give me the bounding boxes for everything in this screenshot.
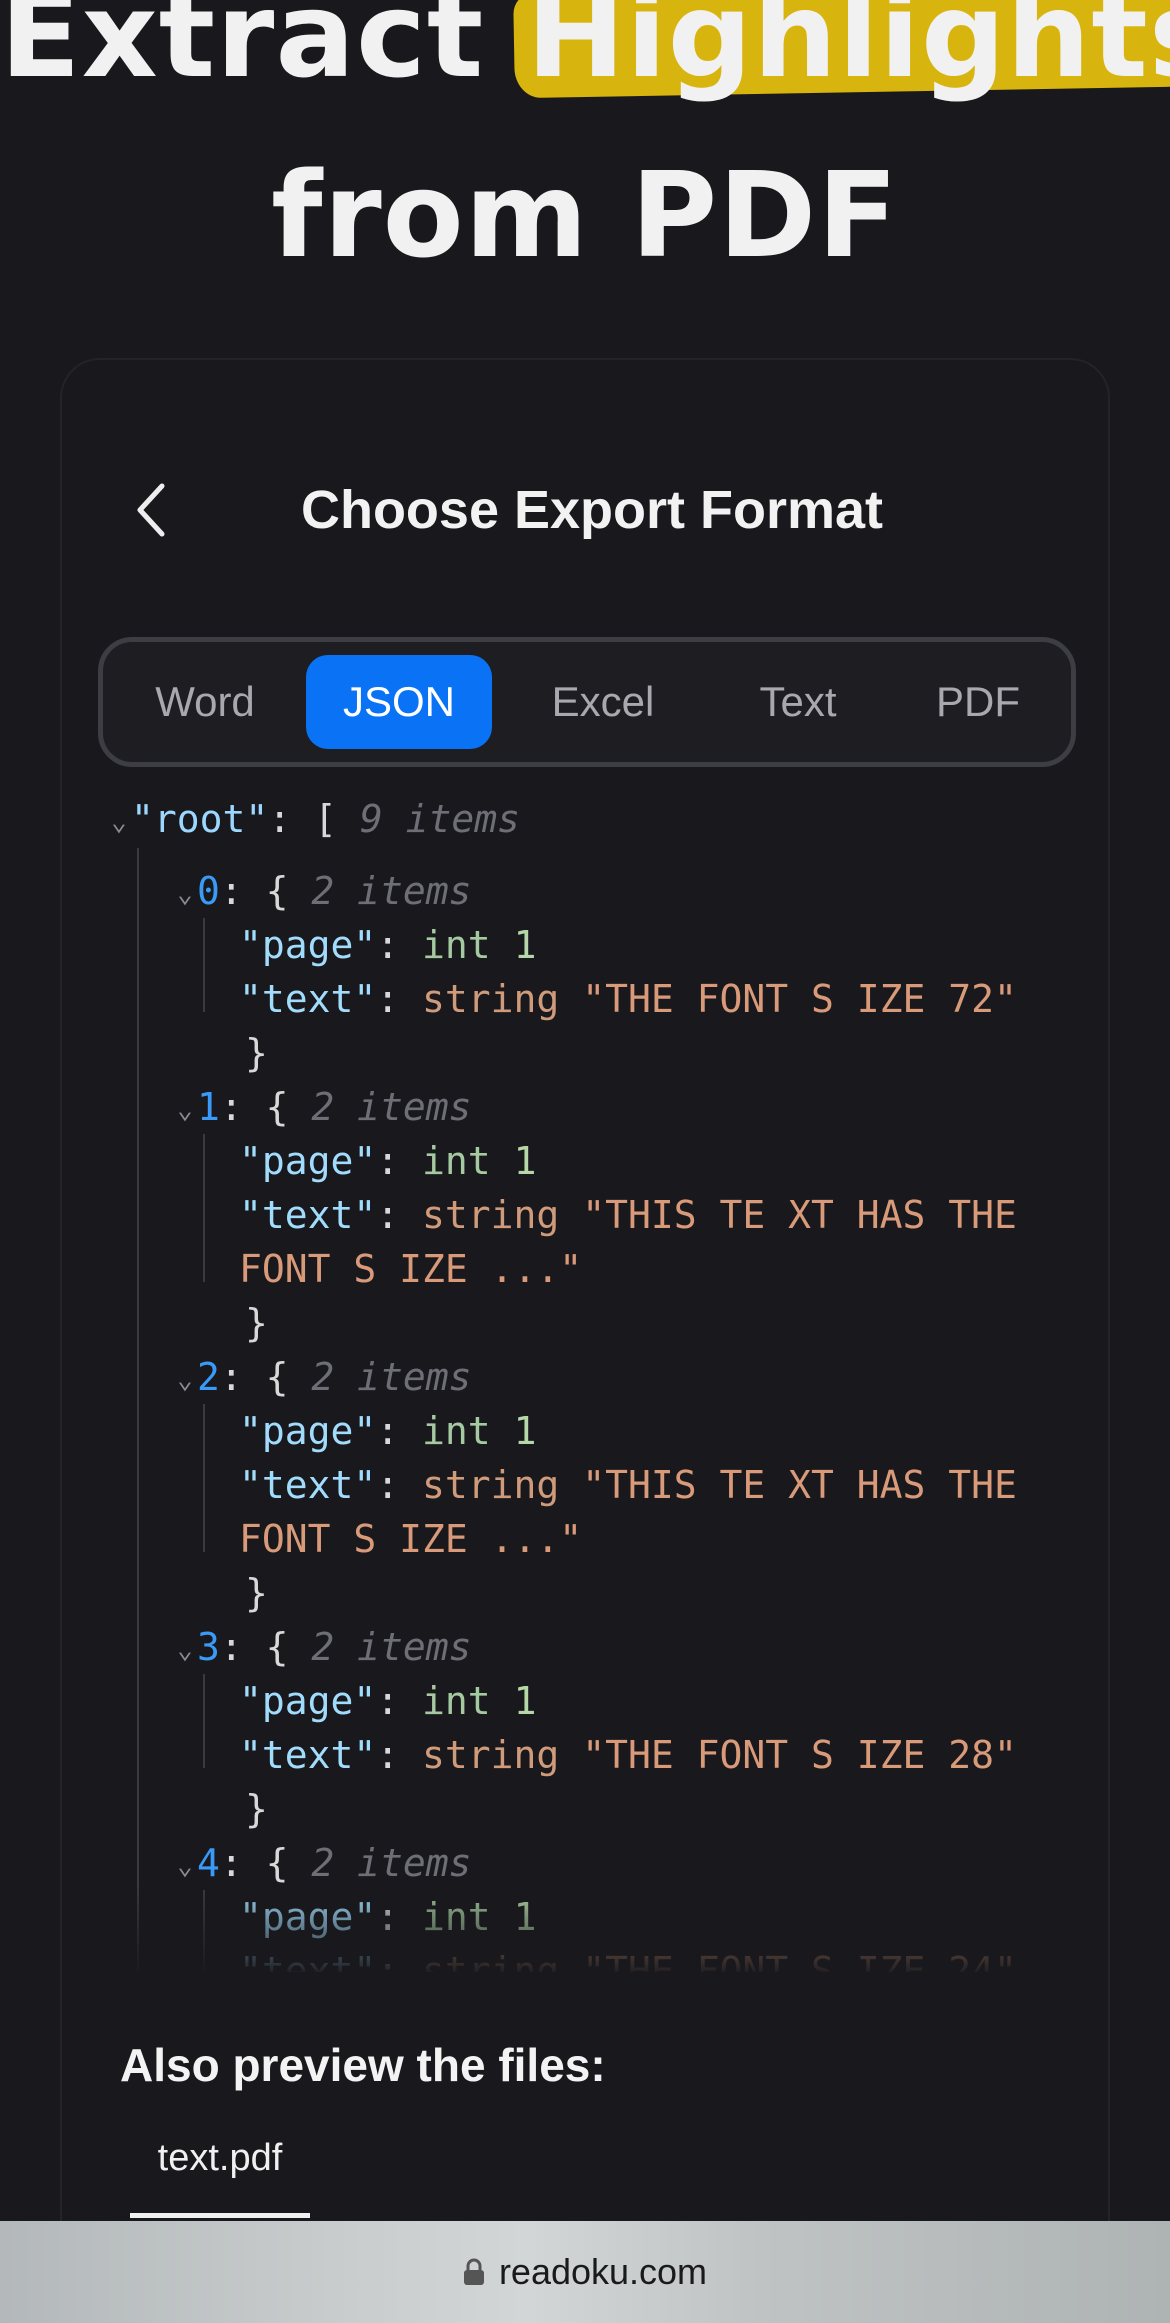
json-viewer: ⌄ "root": [ 9 items ⌄ 0: { 2 items "page":… bbox=[107, 792, 1067, 1972]
tree-guide bbox=[203, 918, 205, 1012]
chevron-down-icon[interactable]: ⌄ bbox=[173, 1353, 197, 1407]
chevron-down-icon[interactable]: ⌄ bbox=[173, 1083, 197, 1137]
tree-guide bbox=[137, 848, 139, 1972]
hero-title-prefix: Extract bbox=[0, 0, 527, 104]
json-field-text-continued: FONT S IZE ..." bbox=[239, 1517, 583, 1561]
entry-count: 2 items bbox=[311, 1355, 472, 1399]
json-field-page: "page": int 1 bbox=[239, 1409, 537, 1453]
browser-url-bar[interactable]: readoku.com bbox=[0, 2221, 1170, 2323]
entry-index: 2 bbox=[197, 1355, 220, 1399]
json-field-page: "page": int 1 bbox=[239, 923, 537, 967]
root-count: 9 items bbox=[359, 797, 520, 841]
root-bracket: [ bbox=[314, 797, 337, 841]
preview-title: Also preview the files: bbox=[120, 2039, 606, 2091]
json-field-page: "page": int 1 bbox=[239, 1679, 537, 1723]
url-text: readoku.com bbox=[498, 2251, 708, 2292]
chevron-down-icon[interactable]: ⌄ bbox=[173, 1839, 197, 1893]
chevron-down-icon[interactable]: ⌄ bbox=[173, 867, 197, 921]
json-entry-header[interactable]: ⌄ 0: { 2 items bbox=[173, 864, 472, 921]
entry-count: 2 items bbox=[311, 1625, 472, 1669]
json-entry-header[interactable]: ⌄ 4: { 2 items bbox=[173, 1836, 472, 1893]
card-title: Choose Export Format bbox=[300, 480, 884, 540]
json-field-page: "page": int 1 bbox=[239, 1895, 537, 1939]
export-card: Choose Export Format Word JSON Excel Tex… bbox=[60, 358, 1110, 2323]
json-entry-header[interactable]: ⌄ 3: { 2 items bbox=[173, 1620, 472, 1677]
hero-title-line2: from PDF bbox=[271, 146, 899, 284]
json-close-brace: } bbox=[245, 1571, 268, 1615]
json-entry-header[interactable]: ⌄ 1: { 2 items bbox=[173, 1080, 472, 1137]
file-tab-text-pdf[interactable]: text.pdf bbox=[130, 2128, 310, 2198]
json-close-brace: } bbox=[245, 1787, 268, 1831]
json-field-text: "text": string "THE FONT S IZE 28" bbox=[239, 1733, 1017, 1777]
entry-index: 1 bbox=[197, 1085, 220, 1129]
entry-index: 3 bbox=[197, 1625, 220, 1669]
tree-guide bbox=[203, 1890, 205, 1972]
tree-guide bbox=[203, 1404, 205, 1552]
json-close-brace: } bbox=[245, 1301, 268, 1345]
json-field-text: "text": string "THIS TE XT HAS THE bbox=[239, 1463, 1017, 1507]
entry-index: 4 bbox=[197, 1841, 220, 1885]
json-field-page: "page": int 1 bbox=[239, 1139, 537, 1183]
hero: Extract Highlights from PDF bbox=[0, 0, 1170, 300]
hero-title-line1: Extract Highlights bbox=[0, 0, 1170, 110]
tab-word[interactable]: Word bbox=[121, 655, 289, 749]
entry-count: 2 items bbox=[311, 1841, 472, 1885]
chevron-down-icon[interactable]: ⌄ bbox=[107, 795, 131, 849]
json-field-text: "text": string "THIS TE XT HAS THE bbox=[239, 1193, 1017, 1237]
entry-count: 2 items bbox=[311, 869, 472, 913]
tree-guide bbox=[203, 1134, 205, 1282]
json-field-text-continued: FONT S IZE ..." bbox=[239, 1247, 583, 1291]
tab-text[interactable]: Text bbox=[713, 655, 883, 749]
lock-icon bbox=[463, 2258, 484, 2285]
json-root-line[interactable]: ⌄ "root": [ 9 items bbox=[107, 792, 520, 846]
entry-count: 2 items bbox=[311, 1085, 472, 1129]
hero-highlight-text: Highlights bbox=[526, 0, 1170, 104]
tab-pdf[interactable]: PDF bbox=[893, 655, 1063, 749]
json-entry-header[interactable]: ⌄ 2: { 2 items bbox=[173, 1350, 472, 1407]
entry-index: 0 bbox=[197, 869, 220, 913]
json-field-text: "text": string "THE FONT S IZE 24" bbox=[239, 1949, 1017, 1972]
tree-guide bbox=[203, 1674, 205, 1768]
hero-highlight: Highlights bbox=[513, 0, 1170, 110]
json-close-brace: } bbox=[245, 1031, 268, 1075]
root-key: "root" bbox=[131, 797, 269, 841]
file-tab-underline bbox=[130, 2213, 310, 2218]
format-tabs: Word JSON Excel Text PDF bbox=[98, 637, 1076, 767]
json-field-text: "text": string "THE FONT S IZE 72" bbox=[239, 977, 1017, 1021]
tab-json[interactable]: JSON bbox=[306, 655, 492, 749]
tab-excel[interactable]: Excel bbox=[508, 655, 698, 749]
chevron-down-icon[interactable]: ⌄ bbox=[173, 1623, 197, 1677]
